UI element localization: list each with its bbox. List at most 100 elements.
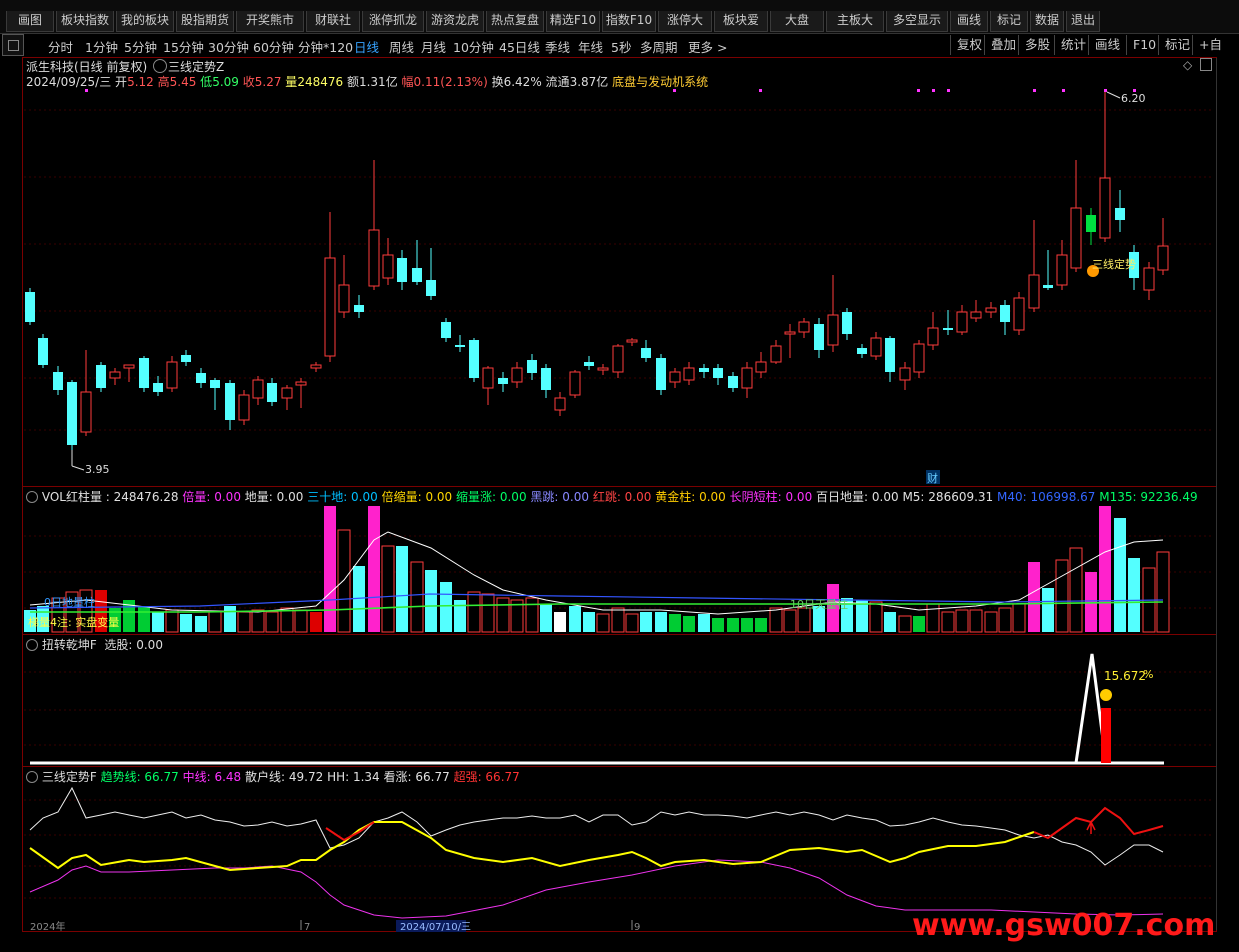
- candle-body-up: [1013, 297, 1025, 331]
- volume-bar: [727, 618, 739, 632]
- candle-body-down: [412, 268, 422, 282]
- candle-body-up: [109, 371, 121, 379]
- candle-body-down: [541, 368, 551, 390]
- candle-body-down: [1115, 208, 1125, 220]
- volume-bar: [640, 612, 652, 632]
- candle-body-down: [96, 365, 106, 388]
- volume-bar: [898, 615, 912, 633]
- candle-body-up: [554, 397, 566, 411]
- candle-body-up: [368, 229, 380, 287]
- flip-percent: 15.672: [1104, 669, 1146, 683]
- candle-body-up: [784, 331, 796, 335]
- volume-bar: [251, 609, 265, 633]
- volume-bar: [1055, 559, 1069, 633]
- candle-body-up: [252, 379, 264, 399]
- volume-bar: [294, 609, 308, 633]
- volume-bar: [669, 614, 681, 632]
- volume-bar: [1085, 572, 1097, 632]
- candle-body-up: [827, 314, 839, 346]
- candle-body-down: [267, 383, 277, 402]
- volume-bar: [1114, 518, 1126, 632]
- signal-dot: [932, 89, 935, 92]
- volume-bar: [165, 609, 179, 633]
- candle-body-up: [683, 367, 695, 381]
- volume-bar: [208, 611, 222, 633]
- volume-bar: [712, 618, 724, 632]
- volume-bar: [913, 616, 925, 632]
- candle-body-up: [511, 367, 523, 383]
- signal-dot: [1062, 89, 1065, 92]
- volume-bar: [741, 618, 753, 632]
- vol-m40-line: [29, 593, 1164, 609]
- volume-bar: [481, 593, 495, 633]
- volume-bar: [425, 570, 437, 632]
- candle-body-up: [927, 327, 939, 346]
- candle-body-down: [1043, 285, 1053, 288]
- candle-body-down: [53, 372, 63, 390]
- candle-body-up: [741, 367, 753, 389]
- month-tick-label: 9: [634, 922, 640, 933]
- candle-body-up: [1056, 254, 1068, 286]
- volume-bar: [410, 561, 424, 633]
- volume-bar: [926, 603, 940, 633]
- volume-bar: [569, 606, 581, 632]
- volume-bar: [310, 612, 322, 632]
- candle-body-up: [1143, 267, 1155, 291]
- chart-canvas: 6.20 3.95 三线定势财 0日地量柱梯量4注: 实盘变量 10日天量柱 15.672…: [24, 89, 1214, 933]
- candle-body-up: [295, 381, 307, 386]
- candle-body-down: [584, 362, 594, 366]
- candle-body-down: [196, 373, 206, 383]
- date-left-label: 2024年: [30, 920, 65, 933]
- candle-body-up: [626, 339, 638, 343]
- volume-bar: [396, 546, 408, 632]
- candle-body-up: [1157, 245, 1169, 271]
- volume-bar: [755, 618, 767, 632]
- candle-body-up: [281, 387, 293, 399]
- volume-bar: [337, 529, 351, 633]
- candle-body-up: [798, 321, 810, 333]
- volume-bar: [525, 597, 539, 633]
- candle-body-up: [1099, 177, 1111, 239]
- candle-body-up: [770, 345, 782, 363]
- month-tick-label: 7: [304, 922, 310, 933]
- candle-body-down: [139, 358, 149, 388]
- candle-body-down: [67, 382, 77, 445]
- volume-bar: [195, 616, 207, 632]
- candle-body-down: [699, 368, 709, 372]
- volume-bar: [1156, 551, 1170, 633]
- volume-bar: [998, 607, 1012, 633]
- flip-percent-unit: %: [1143, 668, 1153, 681]
- volume-bar: [683, 616, 695, 632]
- candle-body-down: [1000, 305, 1010, 322]
- vol-label-a: 0日地量柱: [44, 595, 95, 609]
- volume-bar: [941, 611, 955, 633]
- low-pointer: [71, 465, 85, 471]
- signal-dot: [917, 89, 920, 92]
- low-mark: 3.95: [85, 463, 110, 476]
- candle-body-up: [669, 371, 681, 383]
- trend-line: [29, 821, 1035, 872]
- strong-line: [1033, 806, 1164, 840]
- candle-body-down: [38, 338, 48, 365]
- volume-bar: [180, 614, 192, 632]
- candle-body-down: [857, 348, 867, 354]
- candle-body-down: [842, 312, 852, 334]
- candle-body-up: [324, 257, 336, 357]
- candle-body-up: [597, 367, 609, 371]
- volume-bar: [797, 607, 811, 633]
- volume-bar: [869, 601, 883, 633]
- vol-label-b: 梯量4注: 实盘变量: [28, 615, 119, 629]
- volume-bar: [955, 609, 969, 633]
- candle-body-down: [641, 348, 651, 358]
- volume-bar: [596, 613, 610, 633]
- candle-body-down: [498, 378, 508, 384]
- volume-bar: [440, 582, 452, 632]
- candle-body-down: [354, 305, 364, 312]
- candle-body-down: [885, 338, 895, 372]
- high-pointer: [1106, 91, 1121, 99]
- volume-bar: [1042, 588, 1054, 632]
- candle-body-down: [943, 328, 953, 330]
- candle-body-up: [899, 367, 911, 381]
- finance-badge: 财: [927, 471, 938, 485]
- volume-bar: [540, 604, 552, 632]
